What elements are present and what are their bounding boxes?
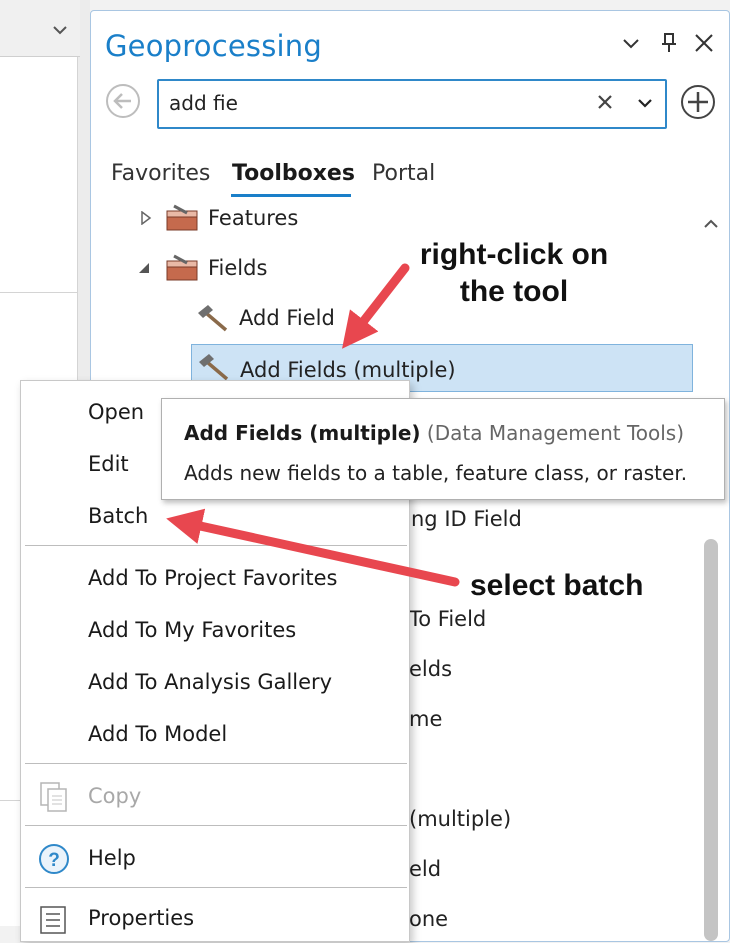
menu-item-add-to-model[interactable]: Add To Model (21, 711, 409, 759)
properties-icon (40, 906, 66, 934)
annotation-line: right-click on (419, 238, 609, 271)
tab-toolboxes[interactable]: Toolboxes (232, 161, 355, 186)
add-icon[interactable] (679, 83, 717, 121)
scroll-up-icon[interactable] (702, 215, 720, 233)
menu-item-label: Add To Project Favorites (88, 566, 338, 590)
active-tab-indicator (231, 194, 351, 197)
tool-tooltip: Add Fields (multiple) (Data Management T… (161, 398, 725, 500)
menu-item-add-to-my-favorites[interactable]: Add To My Favorites (21, 607, 409, 655)
tree-item-fragment[interactable]: eld (409, 857, 441, 881)
tab-portal[interactable]: Portal (372, 161, 435, 186)
tree-item-fragment[interactable]: elds (409, 657, 452, 681)
tree-item-fragment[interactable]: ng ID Field (411, 507, 522, 531)
divider (0, 292, 77, 293)
chevron-down-icon[interactable] (50, 20, 70, 40)
menu-item-add-to-project-favorites[interactable]: Add To Project Favorites (21, 555, 409, 603)
menu-item-label: Add To My Favorites (88, 618, 297, 642)
menu-item-label: Add To Analysis Gallery (88, 670, 333, 694)
tree-item-label: Add Field (239, 306, 335, 330)
menu-item-label: Properties (88, 906, 195, 930)
expand-arrow-icon[interactable] (139, 211, 153, 225)
pane-title: Geoprocessing (105, 29, 322, 63)
menu-item-properties[interactable]: Properties (21, 895, 409, 943)
toolbox-icon (166, 254, 198, 281)
menu-item-batch[interactable]: Batch (21, 493, 409, 541)
menu-separator (25, 825, 407, 826)
menu-separator (25, 545, 407, 546)
annotation-right-click: right-click on the tool (412, 236, 616, 310)
menu-item-label: Batch (88, 504, 149, 528)
copy-icon (40, 782, 67, 812)
menu-item-label: Add To Model (88, 722, 228, 746)
help-icon: ? (39, 844, 69, 874)
chevron-down-icon[interactable] (635, 93, 655, 113)
hammer-icon (199, 354, 229, 381)
tree-item-features[interactable]: Features (131, 199, 531, 239)
annotation-line: the tool (459, 275, 569, 308)
close-icon[interactable] (692, 31, 716, 55)
tree-item-fragment[interactable]: To Field (409, 607, 486, 631)
menu-item-help[interactable]: ? Help (21, 835, 409, 883)
tree-item-label: Fields (208, 256, 268, 280)
divider (0, 800, 22, 801)
menu-item-label: Edit (88, 452, 129, 476)
chevron-down-icon[interactable] (619, 31, 643, 55)
tree-item-fragment[interactable]: (multiple) (409, 807, 511, 831)
tab-favorites[interactable]: Favorites (111, 161, 210, 186)
tree-item-fragment[interactable]: me (409, 707, 442, 731)
menu-item-label: Help (88, 846, 136, 870)
menu-item-label: Open (88, 400, 145, 424)
tree-item-label: Add Fields (multiple) (240, 358, 456, 382)
tooltip-tool-name: Add Fields (multiple) (184, 421, 421, 445)
menu-item-label: Copy (88, 784, 142, 808)
scrollbar-thumb[interactable] (704, 539, 718, 941)
search-input-value[interactable]: add fie (169, 91, 238, 115)
pin-icon[interactable] (657, 31, 681, 55)
collapse-arrow-icon[interactable] (137, 261, 151, 275)
tree-item-label: Features (208, 206, 299, 230)
menu-separator (25, 887, 407, 888)
tooltip-description: Adds new fields to a table, feature clas… (184, 461, 688, 485)
search-input[interactable]: add fie (157, 79, 667, 129)
tooltip-title-line: Add Fields (multiple) (Data Management T… (184, 421, 684, 445)
menu-separator (25, 763, 407, 764)
hammer-icon (198, 305, 228, 332)
clear-icon[interactable] (595, 92, 615, 112)
tree-item-fragment[interactable]: one (409, 907, 448, 931)
tooltip-toolbox-name: (Data Management Tools) (426, 421, 685, 445)
menu-item-copy[interactable]: Copy (21, 773, 409, 821)
back-arrow-icon[interactable] (105, 83, 141, 119)
toolbox-icon (166, 204, 198, 231)
svg-text:?: ? (48, 850, 60, 871)
menu-item-add-to-analysis-gallery[interactable]: Add To Analysis Gallery (21, 659, 409, 707)
annotation-select-batch: select batch (470, 569, 644, 602)
